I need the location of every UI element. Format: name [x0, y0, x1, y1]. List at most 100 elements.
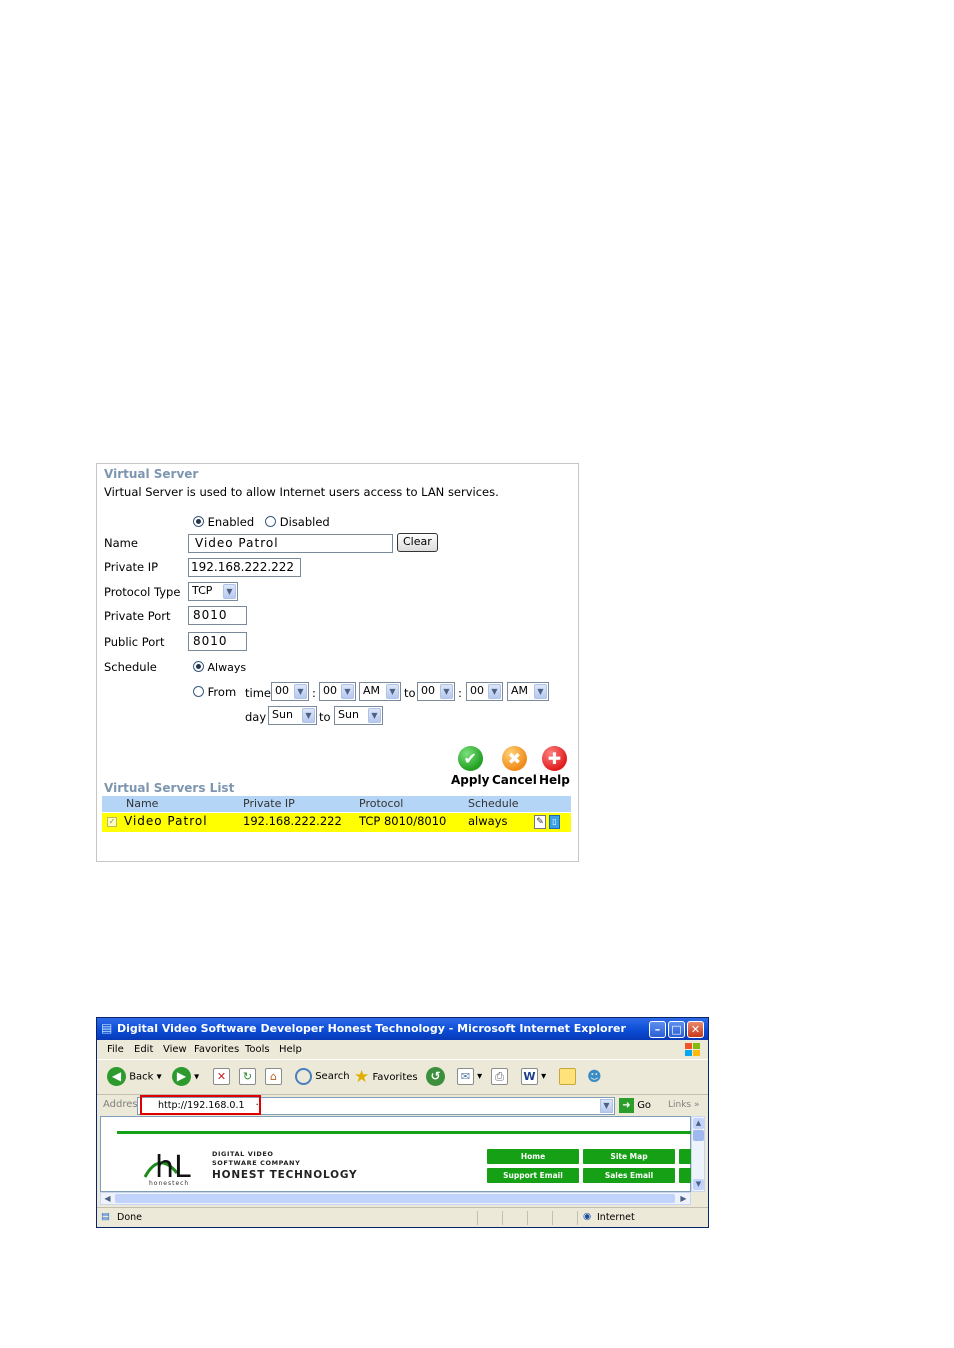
scroll-left-icon[interactable]: ◀ — [102, 1193, 113, 1204]
private-ip-input[interactable]: 192.168.222.222 — [188, 558, 301, 577]
public-port-input[interactable]: 8010 — [188, 632, 247, 651]
time-label: time — [245, 686, 271, 700]
logo-text: hL — [155, 1150, 191, 1183]
maximize-button[interactable]: □ — [668, 1021, 685, 1038]
cancel-button[interactable]: ✖ Cancel — [492, 746, 537, 787]
mail-button[interactable]: ✉ ▾ — [457, 1067, 482, 1087]
chevron-down-icon: ▼ — [341, 684, 354, 699]
vertical-scrollbar[interactable]: ▲ ▼ — [691, 1116, 705, 1192]
sales-email-link[interactable]: Sales Email — [583, 1168, 675, 1183]
discuss-button[interactable] — [559, 1067, 576, 1087]
go-label: Go — [637, 1100, 652, 1111]
home-icon: ⌂ — [265, 1067, 282, 1085]
name-input[interactable]: Video Patrol — [188, 534, 393, 553]
header-protocol: Protocol — [359, 797, 404, 810]
horizontal-scrollbar[interactable]: ◀ ▶ — [100, 1192, 691, 1205]
row-private-ip: 192.168.222.222 — [243, 814, 342, 828]
back-button[interactable]: ◀ Back ▾ — [107, 1067, 162, 1088]
checkmark-icon: ✔ — [457, 746, 483, 771]
from-day-select[interactable]: Sun ▼ — [268, 706, 317, 725]
refresh-button[interactable]: ↻ — [239, 1067, 256, 1087]
menu-view[interactable]: View — [163, 1044, 187, 1055]
row-protocol: TCP 8010/8010 — [359, 814, 447, 828]
time-to-label: to — [404, 686, 416, 700]
disabled-label: Disabled — [279, 515, 330, 529]
status-divider — [502, 1211, 503, 1225]
day-to-label: to — [319, 710, 331, 724]
menu-favorites[interactable]: Favorites — [194, 1044, 239, 1055]
stop-icon: ✕ — [213, 1067, 230, 1085]
row-schedule: always — [468, 814, 508, 828]
protocol-value: TCP — [192, 584, 213, 597]
forward-button[interactable]: ▶ ▾ — [172, 1067, 199, 1088]
always-radio[interactable] — [193, 661, 204, 672]
windows-flag-icon — [685, 1043, 700, 1056]
menu-edit[interactable]: Edit — [134, 1044, 153, 1055]
to-day-value: Sun — [338, 708, 359, 721]
from-label: From — [207, 685, 237, 699]
page-viewport: hL honestech DIGITAL VIDEO SOFTWARE COMP… — [100, 1116, 692, 1192]
edit-button[interactable]: W ▾ — [521, 1067, 546, 1087]
disabled-radio[interactable] — [265, 516, 277, 527]
page-done-icon: ▤ — [101, 1211, 110, 1222]
menu-tools[interactable]: Tools — [245, 1044, 270, 1055]
print-button[interactable]: ⎙ — [491, 1067, 508, 1087]
chevron-down-icon: ▼ — [223, 584, 236, 599]
back-label: Back — [129, 1071, 154, 1083]
site-map-link[interactable]: Site Map — [583, 1149, 675, 1164]
from-ampm-select[interactable]: AM ▼ — [359, 682, 401, 701]
home-link[interactable]: Home — [487, 1149, 579, 1164]
edit-icon[interactable]: ✎ — [534, 815, 546, 829]
browser-window: ▤ Digital Video Software Developer Hones… — [96, 1017, 709, 1228]
status-radio-group: Enabled Disabled — [193, 515, 330, 529]
search-icon — [295, 1067, 312, 1085]
list-title: Virtual Servers List — [104, 781, 235, 795]
scroll-right-icon[interactable]: ▶ — [678, 1193, 689, 1204]
home-button[interactable]: ⌂ — [265, 1067, 282, 1087]
trash-icon[interactable]: ▯ — [549, 815, 560, 829]
links-button[interactable]: Links » — [668, 1100, 700, 1110]
horizontal-scroll-thumb[interactable] — [115, 1194, 675, 1203]
support-email-link[interactable]: Support Email — [487, 1168, 579, 1183]
address-dropdown-icon[interactable]: ▼ — [600, 1099, 613, 1113]
always-label: Always — [207, 661, 247, 674]
from-radio[interactable] — [193, 686, 204, 697]
to-hour-value: 00 — [421, 684, 435, 697]
cancel-label: Cancel — [492, 773, 537, 787]
help-button[interactable]: ✚ Help — [539, 746, 570, 787]
time-colon: : — [458, 686, 462, 700]
messenger-button[interactable]: ☻ — [587, 1067, 602, 1088]
scroll-down-icon[interactable]: ▼ — [693, 1179, 704, 1190]
menu-file[interactable]: File — [107, 1044, 124, 1055]
to-minute-select[interactable]: 00 ▼ — [466, 682, 503, 701]
scroll-thumb[interactable] — [693, 1130, 704, 1141]
address-highlight-box — [140, 1095, 261, 1115]
favorites-label: Favorites — [372, 1072, 418, 1083]
protocol-select[interactable]: TCP ▼ — [188, 582, 238, 601]
table-row[interactable]: ✓ Video Patrol 192.168.222.222 TCP 8010/… — [102, 813, 571, 832]
apply-button[interactable]: ✔ Apply — [451, 746, 489, 787]
minimize-button[interactable]: – — [649, 1021, 666, 1038]
enabled-radio[interactable] — [193, 516, 204, 527]
clear-button[interactable]: Clear — [397, 533, 438, 552]
history-button[interactable]: ↺ — [426, 1067, 445, 1088]
stop-button[interactable]: ✕ — [213, 1067, 230, 1087]
to-ampm-value: AM — [511, 684, 529, 697]
scroll-up-icon[interactable]: ▲ — [693, 1118, 704, 1129]
from-hour-select[interactable]: 00 ▼ — [271, 682, 309, 701]
favorites-button[interactable]: ★ Favorites — [354, 1067, 418, 1088]
from-minute-select[interactable]: 00 ▼ — [319, 682, 356, 701]
row-checkbox[interactable]: ✓ — [107, 817, 117, 827]
help-plus-icon: ✚ — [541, 746, 567, 771]
menu-help[interactable]: Help — [279, 1044, 302, 1055]
search-button[interactable]: Search — [295, 1067, 350, 1087]
private-port-input[interactable]: 8010 — [188, 606, 247, 625]
word-icon: W — [521, 1067, 538, 1085]
to-hour-select[interactable]: 00 ▼ — [417, 682, 455, 701]
to-ampm-select[interactable]: AM ▼ — [507, 682, 549, 701]
to-day-select[interactable]: Sun ▼ — [334, 706, 383, 725]
schedule-label: Schedule — [104, 660, 157, 674]
close-button[interactable]: ✕ — [687, 1021, 704, 1038]
go-button[interactable]: ➜ Go — [619, 1097, 651, 1114]
chevron-down-icon: ▼ — [368, 708, 381, 723]
